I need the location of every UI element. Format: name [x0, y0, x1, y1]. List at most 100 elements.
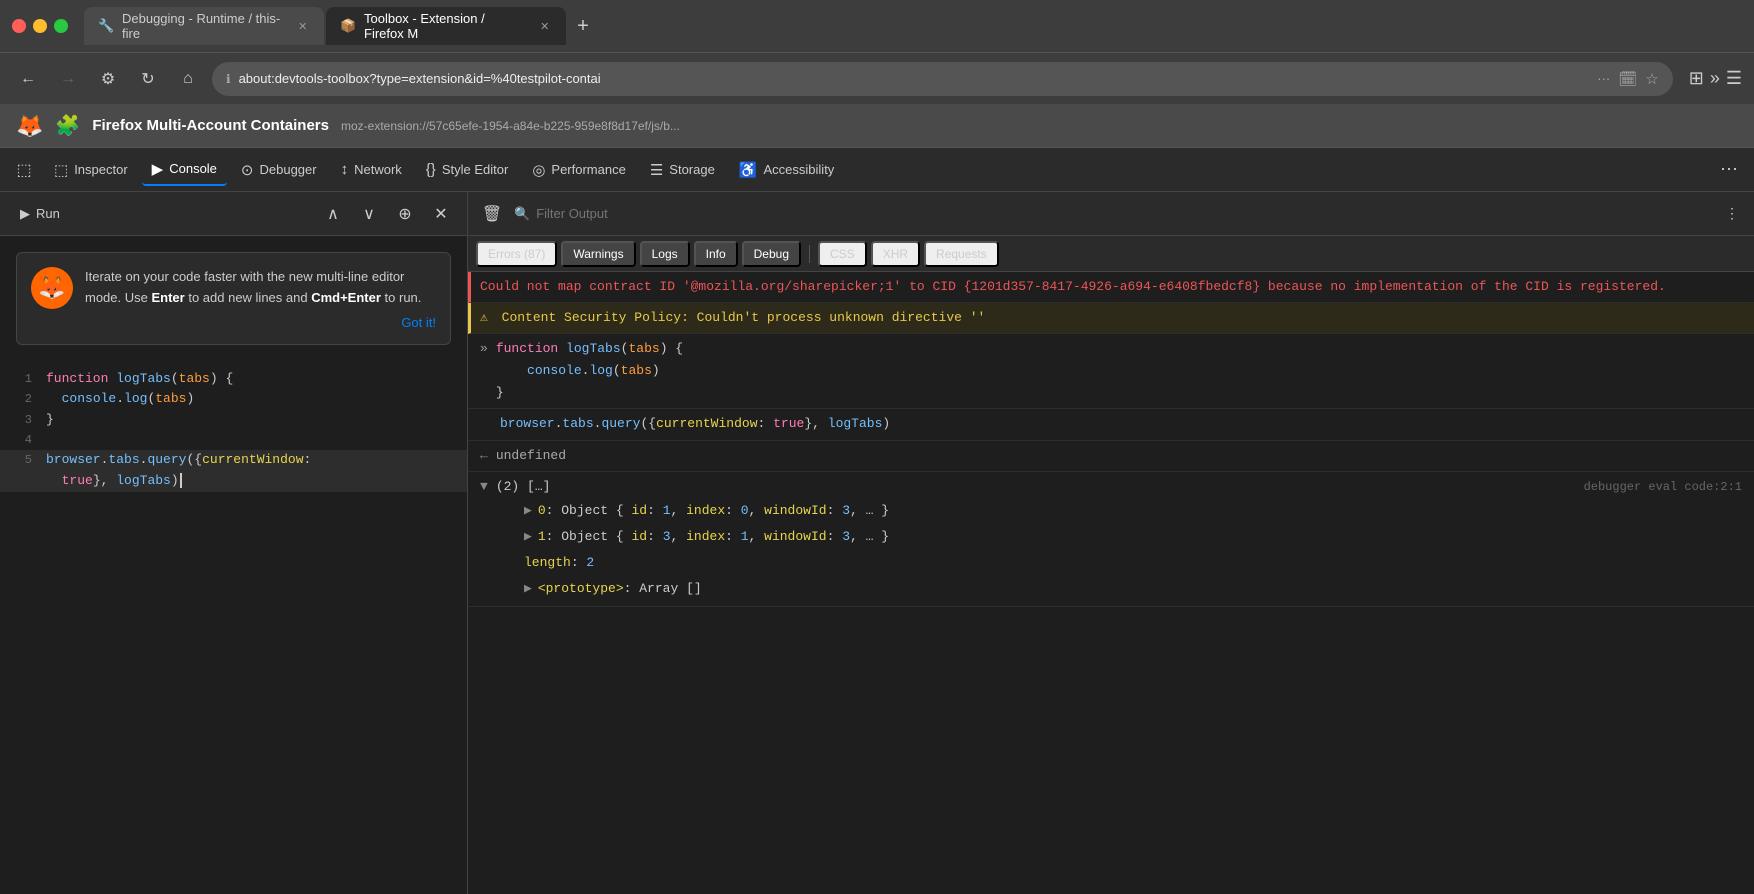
- tab-debugging-label: Debugging - Runtime / this-fire: [122, 11, 283, 41]
- tab-toolbox[interactable]: 📦 Toolbox - Extension / Firefox M ✕: [326, 7, 566, 45]
- search-button[interactable]: ⊕: [391, 200, 419, 228]
- network-icon: ↕: [341, 161, 349, 178]
- tool-style-editor[interactable]: {} Style Editor: [416, 155, 519, 184]
- new-tab-button[interactable]: +: [568, 11, 598, 41]
- tool-performance[interactable]: ◎ Performance: [522, 155, 636, 185]
- debugger-icon: ⊙: [241, 161, 254, 179]
- filter-placeholder: 🔍: [514, 206, 530, 222]
- storage-label: Storage: [669, 162, 715, 177]
- error-text: Could not map contract ID '@mozilla.org/…: [480, 279, 1666, 294]
- debugger-ref: debugger eval code:2:1: [1584, 477, 1742, 497]
- input-code-function: function logTabs(tabs) { console.log(tab…: [496, 338, 683, 404]
- bookmark-icon[interactable]: ☆: [1645, 70, 1658, 88]
- browser-tabs: 🔧 Debugging - Runtime / this-fire ✕ 📦 To…: [84, 7, 1742, 45]
- console-settings-button[interactable]: ⋮: [1718, 200, 1746, 228]
- console-input-function: » function logTabs(tabs) { console.log(t…: [468, 334, 1754, 409]
- debugger-label: Debugger: [260, 162, 317, 177]
- tool-debugger[interactable]: ⊙ Debugger: [231, 155, 327, 185]
- address-text: about:devtools-toolbox?type=extension&id…: [239, 71, 1590, 86]
- array-item-1: ▶ 1: Object { id: 3, index: 1, windowId:…: [480, 524, 1742, 550]
- extension-url: moz-extension://57c65efe-1954-a84e-b225-…: [341, 119, 1738, 133]
- got-it-button[interactable]: Got it!: [85, 315, 436, 330]
- array-prototype: ▶ <prototype>: Array []: [480, 576, 1742, 602]
- filter-logs-button[interactable]: Logs: [640, 241, 690, 267]
- tab-toolbox-icon: 📦: [340, 18, 356, 34]
- array-expand-arrow[interactable]: ▼: [480, 476, 488, 498]
- tab-debugging-close[interactable]: ✕: [295, 18, 310, 34]
- nav-right-icons: ⊞ » ☰: [1689, 68, 1742, 89]
- filter-input[interactable]: [536, 206, 1712, 221]
- close-editor-button[interactable]: ✕: [427, 200, 455, 228]
- console-toolbar: 🗑 🔍 ⋮: [468, 192, 1754, 236]
- prototype-expand[interactable]: ▶: [524, 578, 532, 600]
- accessibility-icon: ♿: [739, 161, 758, 179]
- console-output-undefined: ← undefined: [468, 441, 1754, 472]
- filter-divider: [809, 245, 810, 263]
- console-output[interactable]: Could not map contract ID '@mozilla.org/…: [468, 272, 1754, 894]
- filter-warnings-button[interactable]: Warnings: [561, 241, 635, 267]
- array-label: (2) […]: [496, 476, 551, 498]
- array-length: length: 2: [480, 550, 1742, 576]
- tab-toolbox-label: Toolbox - Extension / Firefox M: [364, 11, 526, 41]
- filter-debug-button[interactable]: Debug: [742, 241, 801, 267]
- editor-panel: ▶ Run ∧ ∨ ⊕ ✕ 🦊 Iterate on your code fas…: [0, 192, 468, 894]
- code-line-1: 1 function logTabs(tabs) {: [0, 369, 467, 390]
- forward-button[interactable]: →: [52, 63, 84, 95]
- editor-hint: 🦊 Iterate on your code faster with the n…: [16, 252, 451, 345]
- scroll-down-button[interactable]: ∨: [355, 200, 383, 228]
- more-options-icon[interactable]: ···: [1597, 71, 1610, 86]
- warning-text: Content Security Policy: Couldn't proces…: [502, 310, 986, 325]
- filter-requests-button[interactable]: Requests: [924, 241, 999, 267]
- home-button[interactable]: ⌂: [172, 63, 204, 95]
- tool-accessibility[interactable]: ♿ Accessibility: [729, 155, 844, 185]
- code-line-4: 4: [0, 431, 467, 450]
- array-item-0: ▶ 0: Object { id: 1, index: 0, windowId:…: [480, 498, 1742, 524]
- fox-avatar: 🦊: [31, 267, 73, 309]
- refresh-button[interactable]: ↻: [132, 63, 164, 95]
- devtools-main: ▶ Run ∧ ∨ ⊕ ✕ 🦊 Iterate on your code fas…: [0, 192, 1754, 894]
- console-panel: 🗑 🔍 ⋮ Errors (87) Warnings Logs Info Deb…: [468, 192, 1754, 894]
- back-button[interactable]: ←: [12, 63, 44, 95]
- console-label: Console: [169, 161, 217, 176]
- clear-console-button[interactable]: 🗑: [476, 198, 508, 230]
- item-0-expand[interactable]: ▶: [524, 500, 532, 522]
- element-picker-button[interactable]: ⬚: [8, 154, 40, 186]
- settings-button[interactable]: ⚙: [92, 63, 124, 95]
- scroll-up-button[interactable]: ∧: [319, 200, 347, 228]
- output-arrow: ←: [480, 445, 488, 467]
- filter-errors-button[interactable]: Errors (87): [476, 241, 557, 267]
- close-button[interactable]: [12, 19, 26, 33]
- tool-storage[interactable]: ☰ Storage: [640, 155, 725, 185]
- item-1-expand[interactable]: ▶: [524, 526, 532, 548]
- filter-css-button[interactable]: CSS: [818, 241, 867, 267]
- output-undefined: undefined: [496, 445, 566, 467]
- minimize-button[interactable]: [33, 19, 47, 33]
- synced-tabs-icon[interactable]: ⊞: [1689, 68, 1704, 89]
- console-filter-bar: Errors (87) Warnings Logs Info Debug CSS…: [468, 236, 1754, 272]
- hamburger-icon[interactable]: ☰: [1726, 68, 1742, 89]
- tab-debugging[interactable]: 🔧 Debugging - Runtime / this-fire ✕: [84, 7, 324, 45]
- editor-toolbar: ▶ Run ∧ ∨ ⊕ ✕: [0, 192, 467, 236]
- filter-info-button[interactable]: Info: [694, 241, 738, 267]
- security-icon: ℹ: [226, 72, 231, 86]
- more-tools-button[interactable]: ⋯: [1712, 155, 1746, 184]
- pocket-icon[interactable]: 🗓: [1618, 70, 1637, 88]
- maximize-button[interactable]: [54, 19, 68, 33]
- performance-label: Performance: [551, 162, 625, 177]
- console-input-query: browser.tabs.query({currentWindow: true}…: [468, 409, 1754, 440]
- tool-console[interactable]: ▶ Console: [142, 154, 227, 186]
- extension-icon: 🧩: [55, 113, 80, 138]
- address-bar[interactable]: ℹ about:devtools-toolbox?type=extension&…: [212, 62, 1673, 96]
- tab-toolbox-close[interactable]: ✕: [538, 18, 552, 34]
- console-error-msg: Could not map contract ID '@mozilla.org/…: [468, 272, 1754, 303]
- code-editor[interactable]: 1 function logTabs(tabs) { 2 console.log…: [0, 361, 467, 894]
- inspector-icon: ⬚: [54, 161, 68, 179]
- code-line-5: 5 browser.tabs.query({currentWindow:: [0, 450, 467, 471]
- tool-network[interactable]: ↕ Network: [331, 155, 412, 184]
- more-nav-icon[interactable]: »: [1710, 68, 1720, 89]
- hint-content: Iterate on your code faster with the new…: [85, 267, 436, 330]
- tool-inspector[interactable]: ⬚ Inspector: [44, 155, 138, 185]
- code-line-3: 3 }: [0, 410, 467, 431]
- run-button[interactable]: ▶ Run: [12, 202, 68, 226]
- filter-xhr-button[interactable]: XHR: [871, 241, 920, 267]
